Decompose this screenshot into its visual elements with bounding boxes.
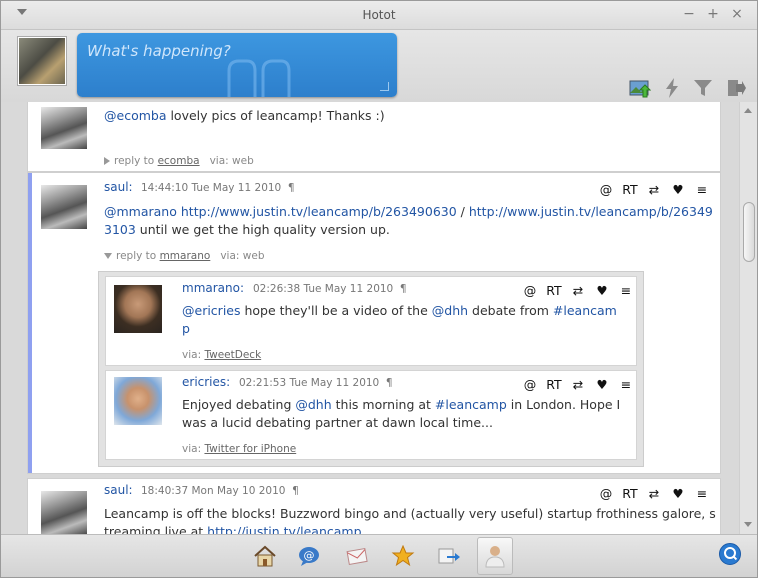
collapse-arrow-icon[interactable]: [104, 253, 112, 259]
via-source-link[interactable]: Twitter for iPhone: [204, 443, 296, 455]
compose-input[interactable]: [85, 41, 379, 61]
favorite-icon[interactable]: ♥: [666, 182, 690, 197]
avatar[interactable]: [114, 377, 162, 425]
reply-icon[interactable]: @: [594, 486, 618, 501]
menu-icon[interactable]: ≡: [614, 377, 638, 392]
reply-to-link[interactable]: mmarano: [160, 250, 211, 262]
search-icon[interactable]: [719, 543, 741, 565]
retweets-icon[interactable]: [431, 537, 467, 575]
via-source-link[interactable]: TweetDeck: [204, 349, 261, 361]
reply-to-link[interactable]: ecomba: [158, 155, 200, 167]
tweet-actions: @ RT ⇄ ♥ ≡: [518, 283, 638, 298]
avatar[interactable]: [114, 285, 162, 333]
compose-header: [1, 30, 757, 102]
tweet-text: @ecomba lovely pics of leancamp! Thanks …: [104, 107, 704, 125]
scroll-down-icon[interactable]: [744, 522, 752, 527]
tweet-actions: @ RT ⇄ ♥ ≡: [594, 486, 714, 501]
url-link[interactable]: http://www.justin.tv/leancamp/b/26349063…: [181, 204, 457, 219]
title-bar: Hotot − + ×: [1, 1, 757, 30]
home-icon[interactable]: [247, 537, 283, 575]
thread-tweet-item[interactable]: mmarano: 02:26:38 Tue May 11 2010 ¶ @ RT ⇄…: [105, 276, 637, 366]
tweet-meta: via: Twitter for iPhone: [182, 443, 297, 455]
mention-link[interactable]: @dhh: [295, 397, 331, 412]
mention-link[interactable]: @ericries: [182, 303, 241, 318]
messages-icon[interactable]: [339, 537, 375, 575]
mentions-icon[interactable]: @: [291, 537, 327, 575]
reply-icon[interactable]: @: [518, 377, 542, 392]
user-icon[interactable]: [477, 537, 513, 575]
tweet-meta: reply to mmarano via: web: [104, 250, 265, 262]
tweet-item[interactable]: @ecomba lovely pics of leancamp! Thanks …: [27, 102, 721, 172]
reply-icon[interactable]: @: [518, 283, 542, 298]
timeline-scrollbar[interactable]: [739, 102, 757, 534]
tweet-username[interactable]: saul:: [104, 180, 133, 194]
avatar[interactable]: [41, 107, 87, 149]
tweet-text: Enjoyed debating @dhh this morning at #l…: [182, 397, 621, 430]
conversation-thread: mmarano: 02:26:38 Tue May 11 2010 ¶ @ RT ⇄…: [98, 271, 644, 467]
hashtag-link[interactable]: #leancamp: [435, 397, 507, 412]
selection-indicator: [28, 173, 32, 473]
filter-icon[interactable]: [692, 77, 714, 99]
tweet-item[interactable]: saul: 18:40:37 Mon May 10 2010 ¶ @ RT ⇄ ♥ ≡ …: [27, 478, 721, 534]
retweet-text-button[interactable]: RT: [542, 377, 566, 392]
scroll-up-icon[interactable]: [744, 108, 752, 113]
tweet-username[interactable]: mmarano:: [182, 281, 244, 295]
retweet-text-button[interactable]: RT: [618, 486, 642, 501]
close-icon[interactable]: ×: [729, 6, 745, 22]
compose-box[interactable]: [77, 33, 397, 97]
retweet-icon[interactable]: ⇄: [642, 486, 666, 501]
avatar[interactable]: [41, 491, 87, 534]
tweet-text-part: lovely pics of leancamp! Thanks :): [166, 108, 385, 123]
bottom-toolbar: @: [1, 534, 757, 577]
tweet-text: @mmarano http://www.justin.tv/leancamp/b…: [104, 204, 713, 237]
window-title: Hotot: [362, 8, 396, 22]
thread-tweet-item[interactable]: ericries: 02:21:53 Tue May 11 2010 ¶ @ RT…: [105, 370, 637, 460]
tweet-actions: @ RT ⇄ ♥ ≡: [594, 182, 714, 197]
favorite-icon[interactable]: ♥: [590, 283, 614, 298]
tweet-actions: @ RT ⇄ ♥ ≡: [518, 377, 638, 392]
timeline: @ecomba lovely pics of leancamp! Thanks …: [1, 102, 739, 534]
reply-icon[interactable]: @: [594, 182, 618, 197]
retweet-icon[interactable]: ⇄: [566, 283, 590, 298]
url-link[interactable]: http://justin.tv/leancamp: [207, 524, 361, 534]
exit-icon[interactable]: [725, 77, 747, 99]
tweet-time[interactable]: 14:44:10 Tue May 11 2010 ¶: [141, 182, 295, 194]
flash-icon[interactable]: [661, 77, 683, 99]
scrollbar-thumb[interactable]: [743, 202, 755, 262]
tweet-time[interactable]: 18:40:37 Mon May 10 2010 ¶: [141, 485, 299, 497]
minimize-icon[interactable]: −: [681, 6, 697, 22]
tweet-item-selected[interactable]: saul: 14:44:10 Tue May 11 2010 ¶ @ RT ⇄ ♥ ≡ …: [27, 172, 721, 474]
tweet-text: Leancamp is off the blocks! Buzzword bin…: [104, 505, 716, 534]
via-source: web: [242, 250, 265, 262]
expand-arrow-icon[interactable]: [104, 157, 110, 165]
favorite-icon[interactable]: ♥: [666, 486, 690, 501]
tweet-meta: reply to ecomba via: web: [104, 155, 254, 167]
tweet-time[interactable]: 02:21:53 Tue May 11 2010 ¶: [239, 377, 393, 389]
menu-icon[interactable]: ≡: [614, 283, 638, 298]
menu-icon[interactable]: ≡: [690, 486, 714, 501]
favorites-icon[interactable]: [385, 537, 421, 575]
avatar[interactable]: [41, 185, 87, 229]
retweet-text-button[interactable]: RT: [542, 283, 566, 298]
tweet-username[interactable]: ericries:: [182, 375, 230, 389]
retweet-icon[interactable]: ⇄: [566, 377, 590, 392]
tweet-text: @ericries hope they'll be a video of the…: [182, 303, 617, 336]
menu-icon[interactable]: ≡: [690, 182, 714, 197]
resize-grip[interactable]: [380, 82, 389, 91]
maximize-icon[interactable]: +: [705, 6, 721, 22]
mention-link[interactable]: @dhh: [432, 303, 468, 318]
via-source: web: [232, 155, 254, 167]
my-avatar[interactable]: [17, 36, 67, 86]
tweet-username[interactable]: saul:: [104, 483, 133, 497]
mention-link[interactable]: @mmarano: [104, 204, 177, 219]
app-window: Hotot − + × @ecomba l: [0, 0, 758, 578]
upload-image-icon[interactable]: [629, 77, 651, 99]
tweet-time[interactable]: 02:26:38 Tue May 11 2010 ¶: [253, 283, 407, 295]
mention-link[interactable]: @ecomba: [104, 108, 166, 123]
tweet-meta: via: TweetDeck: [182, 349, 262, 361]
retweet-text-button[interactable]: RT: [618, 182, 642, 197]
svg-text:@: @: [304, 549, 315, 562]
favorite-icon[interactable]: ♥: [590, 377, 614, 392]
retweet-icon[interactable]: ⇄: [642, 182, 666, 197]
